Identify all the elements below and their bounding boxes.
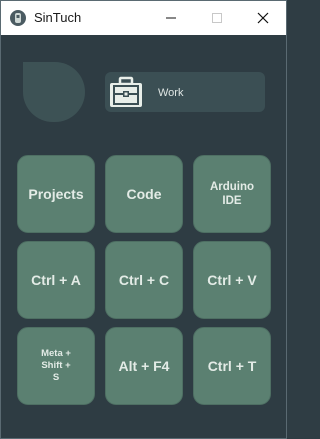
maximize-button[interactable]: [194, 1, 240, 35]
ctrl-t-button[interactable]: Ctrl + T: [193, 327, 271, 405]
profile-label: Work: [158, 87, 184, 99]
button-label: Ctrl + T: [207, 358, 257, 374]
close-button[interactable]: [240, 1, 286, 35]
projects-button[interactable]: Projects: [17, 155, 95, 233]
briefcase-icon: [109, 76, 143, 114]
avatar[interactable]: [23, 62, 85, 122]
alt-f4-button[interactable]: Alt + F4: [105, 327, 183, 405]
code-button[interactable]: Code: [105, 155, 183, 233]
ctrl-a-button[interactable]: Ctrl + A: [17, 241, 95, 319]
app-icon: [10, 10, 26, 26]
button-label: Alt + F4: [118, 358, 170, 374]
window-title: SinTuch: [34, 10, 82, 25]
button-label: Arduino IDE: [209, 181, 255, 207]
app-window: SinTuch Work Projects Code Arduino IDE Ctrl: [0, 0, 287, 439]
close-icon: [257, 12, 269, 24]
button-label: Projects: [28, 186, 84, 202]
minimize-icon: [166, 17, 176, 19]
button-label: Ctrl + V: [207, 272, 257, 288]
button-label: Ctrl + A: [31, 272, 81, 288]
title-bar[interactable]: SinTuch: [1, 1, 286, 35]
ctrl-v-button[interactable]: Ctrl + V: [193, 241, 271, 319]
maximize-icon: [212, 13, 222, 23]
button-label: Meta + Shift + S: [41, 348, 71, 383]
meta-shift-s-button[interactable]: Meta + Shift + S: [17, 327, 95, 405]
arduino-ide-button[interactable]: Arduino IDE: [193, 155, 271, 233]
profile-selector[interactable]: Work: [105, 72, 265, 112]
minimize-button[interactable]: [148, 1, 194, 35]
button-label: Ctrl + C: [118, 272, 170, 288]
button-label: Code: [126, 186, 162, 202]
ctrl-c-button[interactable]: Ctrl + C: [105, 241, 183, 319]
